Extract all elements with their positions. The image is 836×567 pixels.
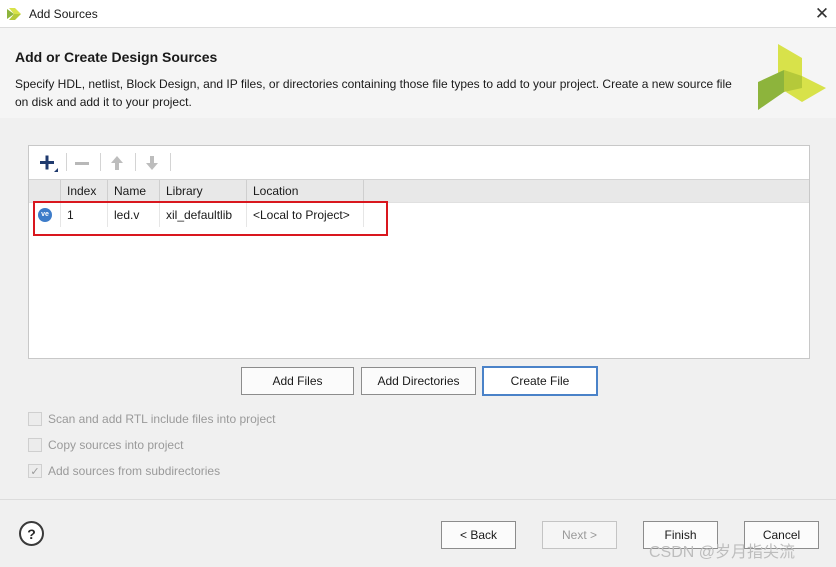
move-up-button[interactable]	[104, 152, 130, 174]
copy-sources-label: Copy sources into project	[48, 438, 184, 452]
toolbar-separator	[100, 153, 101, 171]
create-file-button[interactable]: Create File	[482, 366, 598, 396]
add-source-button[interactable]	[35, 152, 61, 174]
icon-column-header	[29, 180, 61, 202]
copy-sources-option[interactable]: Copy sources into project	[28, 437, 183, 453]
add-subdirectories-checkbox[interactable]: ✓	[28, 464, 42, 478]
add-directories-button[interactable]: Add Directories	[361, 367, 476, 395]
arrow-up-icon	[111, 156, 123, 170]
add-files-button[interactable]: Add Files	[241, 367, 354, 395]
footer-divider	[0, 499, 836, 500]
window-title: Add Sources	[29, 7, 98, 21]
checkmark-icon: ✓	[30, 465, 40, 478]
toolbar-separator	[170, 153, 171, 171]
copy-sources-checkbox[interactable]	[28, 438, 42, 452]
arrow-down-icon	[146, 156, 158, 170]
title-bar: Add Sources ✕	[0, 0, 836, 28]
move-down-button[interactable]	[139, 152, 165, 174]
verilog-file-icon: ve	[38, 208, 52, 222]
add-subdirectories-label: Add sources from subdirectories	[48, 464, 221, 478]
toolbar-separator	[66, 153, 67, 171]
file-type-cell: ve	[29, 203, 61, 227]
table-row[interactable]: ve 1 led.v xil_defaultlib <Local to Proj…	[29, 203, 809, 227]
page-description: Specify HDL, netlist, Block Design, and …	[15, 77, 732, 109]
wizard-header: Add or Create Design Sources Specify HDL…	[0, 28, 836, 118]
scan-rtl-include-option[interactable]: Scan and add RTL include files into proj…	[28, 411, 275, 427]
toolbar-separator	[135, 153, 136, 171]
vivado-logo-icon	[7, 8, 21, 20]
help-button[interactable]: ?	[19, 521, 44, 546]
table-header: Index Name Library Location	[29, 179, 809, 203]
cancel-button[interactable]: Cancel	[744, 521, 819, 549]
column-header-library[interactable]: Library	[160, 180, 247, 202]
next-button[interactable]: Next >	[542, 521, 617, 549]
column-header-name[interactable]: Name	[108, 180, 160, 202]
name-cell: led.v	[108, 203, 160, 227]
column-header-location[interactable]: Location	[247, 180, 364, 202]
finish-button[interactable]: Finish	[643, 521, 718, 549]
remove-source-button[interactable]	[69, 152, 95, 174]
back-button[interactable]: < Back	[441, 521, 516, 549]
scan-rtl-include-checkbox[interactable]	[28, 412, 42, 426]
scan-rtl-include-label: Scan and add RTL include files into proj…	[48, 412, 276, 426]
plus-icon	[40, 155, 58, 172]
index-cell: 1	[61, 203, 108, 227]
minus-icon	[75, 162, 89, 165]
column-header-index[interactable]: Index	[61, 180, 108, 202]
sources-panel: Index Name Library Location ve 1 led.v x…	[28, 145, 810, 359]
add-subdirectories-option[interactable]: ✓ Add sources from subdirectories	[28, 463, 220, 479]
page-title: Add or Create Design Sources	[15, 49, 218, 65]
library-cell[interactable]: xil_defaultlib	[160, 203, 247, 227]
close-button[interactable]: ✕	[808, 0, 836, 28]
sources-toolbar	[29, 146, 809, 179]
vivado-brand-logo-icon	[758, 44, 826, 110]
location-cell: <Local to Project>	[247, 203, 364, 227]
